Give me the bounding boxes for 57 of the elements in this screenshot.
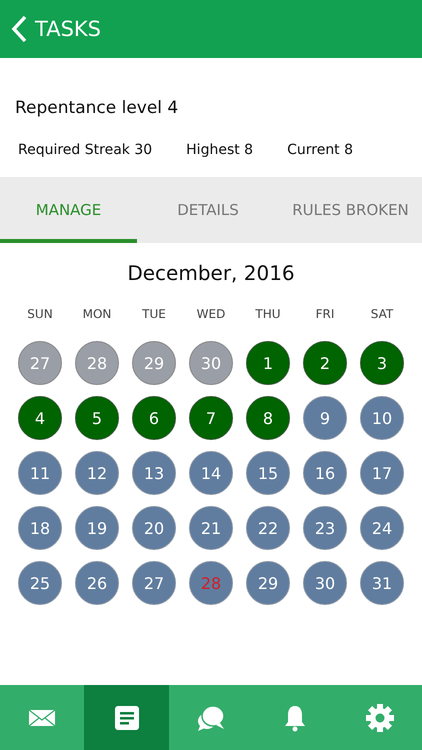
day-circle[interactable]: 9: [303, 396, 347, 440]
day-circle[interactable]: 29: [132, 341, 176, 385]
day-circle[interactable]: 10: [360, 396, 404, 440]
weekday-label: FRI: [314, 307, 336, 321]
day-circle[interactable]: 30: [303, 561, 347, 605]
day-circle[interactable]: 22: [246, 506, 290, 550]
day-circle[interactable]: 8: [246, 396, 290, 440]
envelope-icon: [28, 708, 56, 726]
weekday-label: THU: [254, 307, 282, 321]
day-circle[interactable]: 16: [303, 451, 347, 495]
day-circle[interactable]: 17: [360, 451, 404, 495]
day-circle[interactable]: 20: [132, 506, 176, 550]
tab[interactable]: DETAILS: [137, 177, 279, 243]
day-circle[interactable]: 31: [360, 561, 404, 605]
day-circle[interactable]: 3: [360, 341, 404, 385]
day-circle[interactable]: 4: [18, 396, 62, 440]
day-circle[interactable]: 15: [246, 451, 290, 495]
weekday-label: MON: [82, 307, 112, 321]
day-circle[interactable]: 5: [75, 396, 119, 440]
weekday-label: WED: [196, 307, 226, 321]
chat-bubbles-icon: [196, 704, 226, 732]
weekday-label: SAT: [370, 307, 394, 321]
level-title: Repentance level 4: [15, 98, 180, 118]
stat-label: Required Streak 30: [18, 142, 152, 158]
document-icon: [114, 704, 140, 730]
day-circle[interactable]: 25: [18, 561, 62, 605]
day-circle[interactable]: 27: [132, 561, 176, 605]
settings-icon: [364, 702, 395, 732]
back-button[interactable]: TASKS: [10, 15, 101, 43]
day-circle[interactable]: 2: [303, 341, 347, 385]
day-circle[interactable]: 13: [132, 451, 176, 495]
tab[interactable]: MANAGE: [0, 177, 137, 243]
day-circle[interactable]: 12: [75, 451, 119, 495]
day-circle[interactable]: 21: [189, 506, 233, 550]
day-circle[interactable]: 24: [360, 506, 404, 550]
day-circle[interactable]: 29: [246, 561, 290, 605]
month-title: December, 2016: [126, 261, 296, 285]
day-circle[interactable]: 26: [75, 561, 119, 605]
stat-label: Current 8: [287, 142, 354, 158]
day-circle[interactable]: 19: [75, 506, 119, 550]
weekday-label: SUN: [26, 307, 54, 321]
nav-tab[interactable]: [84, 685, 169, 750]
day-circle[interactable]: 18: [18, 506, 62, 550]
bell-icon: [284, 704, 306, 732]
day-circle[interactable]: 14: [189, 451, 233, 495]
chevron-left-icon: [10, 15, 28, 43]
day-circle[interactable]: 28: [75, 341, 119, 385]
day-circle[interactable]: 30: [189, 341, 233, 385]
day-circle[interactable]: 6: [132, 396, 176, 440]
day-circle[interactable]: 11: [18, 451, 62, 495]
day-circle[interactable]: 23: [303, 506, 347, 550]
tab[interactable]: RULES BROKEN: [279, 177, 422, 243]
stat-label: Highest 8: [186, 142, 254, 158]
day-circle[interactable]: 1: [246, 341, 290, 385]
day-circle[interactable]: 7: [189, 396, 233, 440]
weekday-label: TUE: [141, 307, 167, 321]
day-circle[interactable]: 27: [18, 341, 62, 385]
